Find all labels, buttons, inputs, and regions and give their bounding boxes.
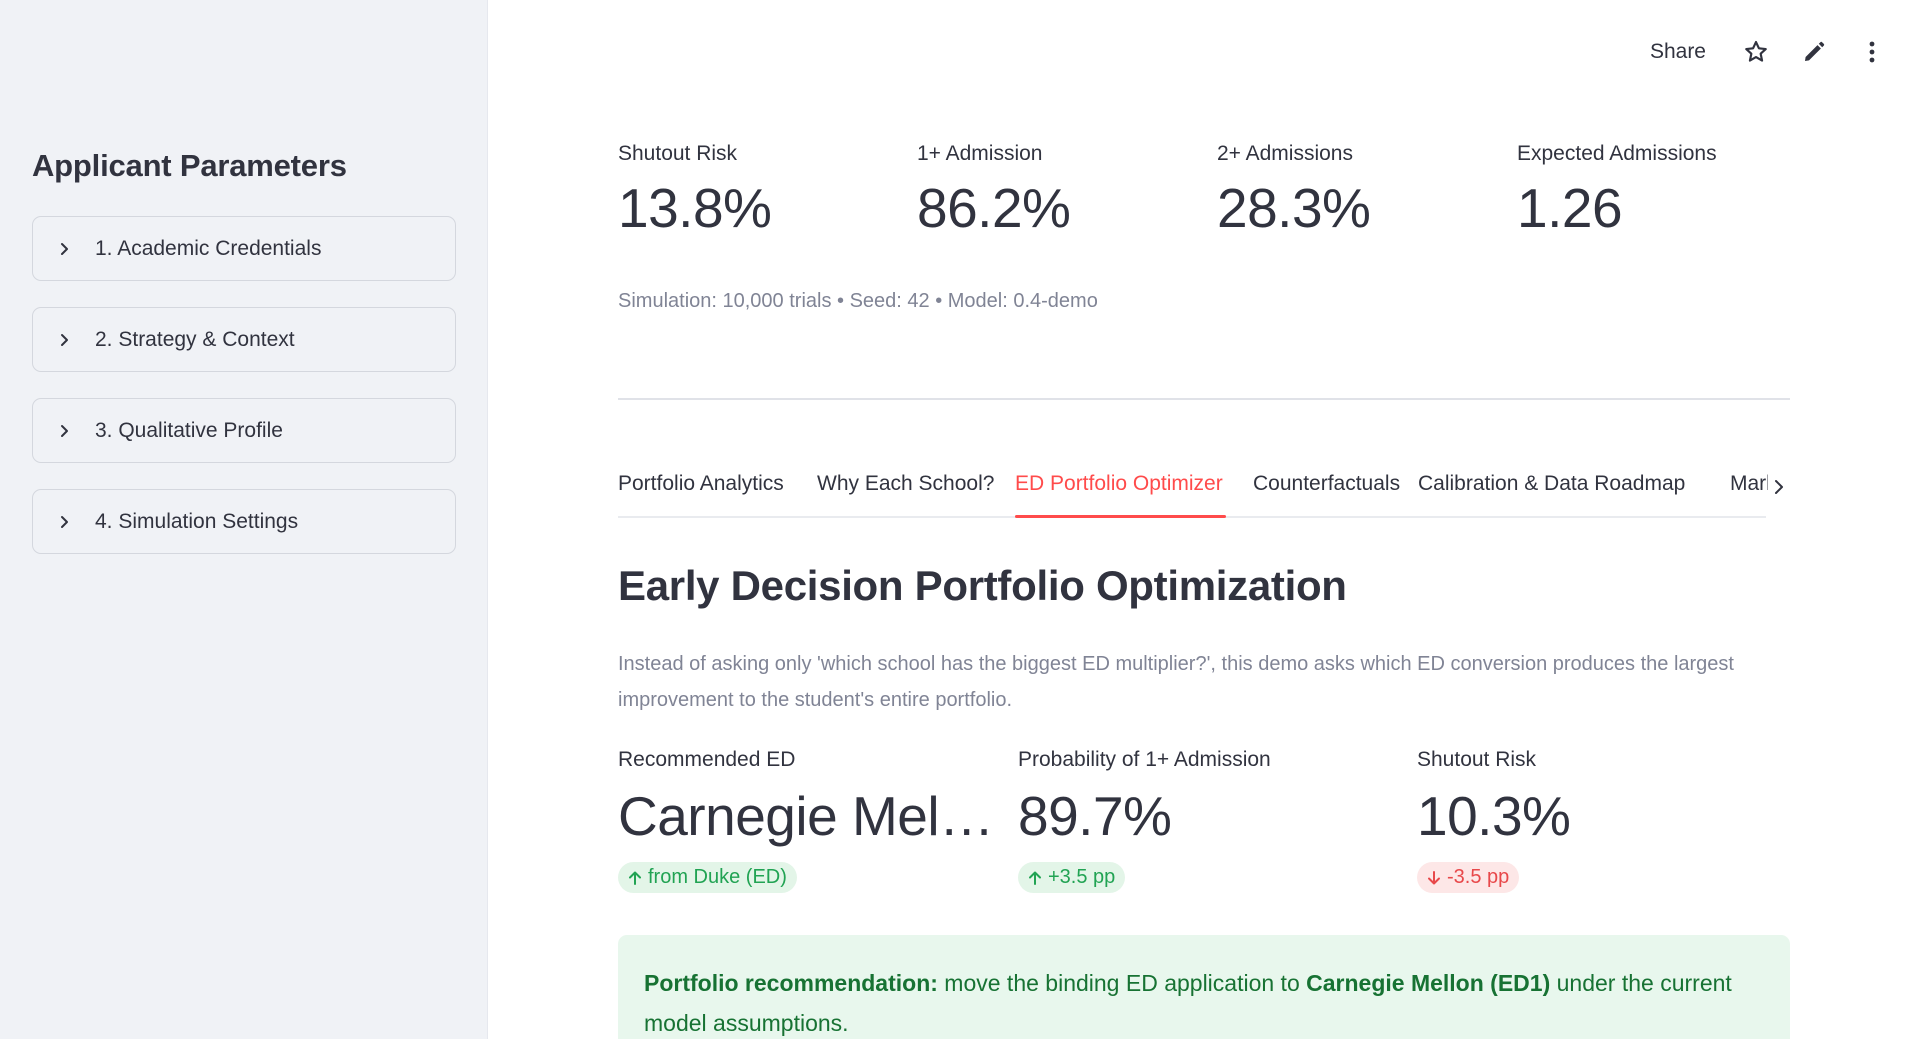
expander-qualitative-profile[interactable]: 3. Qualitative Profile [32, 398, 456, 463]
arrow-down-icon [1428, 870, 1440, 884]
chevron-right-icon[interactable] [1768, 474, 1790, 500]
tab-ed-portfolio-optimizer[interactable]: ED Portfolio Optimizer [1015, 472, 1223, 496]
expander-simulation-settings[interactable]: 4. Simulation Settings [32, 489, 456, 554]
tab-market[interactable]: Market [1730, 472, 1768, 496]
metric-probability-one-plus: Probability of 1+ Admission 89.7% +3.5 p… [1018, 748, 1398, 893]
expander-strategy-context[interactable]: 2. Strategy & Context [32, 307, 456, 372]
metric-label: 2+ Admissions [1217, 142, 1353, 165]
delta-text: -3.5 pp [1447, 866, 1510, 888]
tab-why-each-school[interactable]: Why Each School? [817, 472, 994, 496]
metric-label: 1+ Admission [917, 142, 1043, 165]
section-title: Early Decision Portfolio Optimization [618, 562, 1347, 609]
metric-value: 86.2% [917, 177, 1071, 239]
chevron-right-icon [57, 423, 73, 439]
divider [618, 398, 1790, 400]
sidebar: Applicant Parameters 1. Academic Credent… [0, 0, 488, 1039]
metric-value: 1.26 [1517, 177, 1623, 239]
delta-text: from Duke (ED) [648, 866, 787, 888]
alert-heading: Portfolio recommendation: [644, 970, 938, 996]
expander-label: 2. Strategy & Context [95, 327, 295, 351]
expander-academic-credentials[interactable]: 1. Academic Credentials [32, 216, 456, 281]
metric-label: Expected Admissions [1517, 142, 1717, 165]
metric-delta: from Duke (ED) [618, 862, 797, 893]
tab-counterfactuals[interactable]: Counterfactuals [1253, 472, 1400, 496]
tab-portfolio-analytics[interactable]: Portfolio Analytics [618, 472, 784, 496]
tab-bar: Portfolio Analytics Why Each School? ED … [618, 466, 1790, 518]
portfolio-recommendation-alert: Portfolio recommendation: move the bindi… [618, 935, 1790, 1039]
metric-value: Carnegie Mel… [618, 785, 994, 847]
alert-school: Carnegie Mellon (ED1) [1306, 970, 1551, 996]
metric-delta: -3.5 pp [1417, 862, 1520, 893]
chevron-right-icon [57, 514, 73, 530]
expander-label: 1. Academic Credentials [95, 236, 322, 260]
metric-value: 28.3% [1217, 177, 1371, 239]
metric-two-plus-admissions: 2+ Admissions 28.3% [1217, 142, 1371, 240]
metric-one-plus-admission: 1+ Admission 86.2% [917, 142, 1071, 240]
arrow-up-icon [1029, 871, 1041, 885]
alert-text: move the binding ED application to [937, 970, 1307, 996]
metric-value: 10.3% [1417, 785, 1571, 847]
simulation-caption: Simulation: 10,000 trials • Seed: 42 • M… [618, 290, 1098, 312]
metric-label: Recommended ED [618, 748, 796, 771]
delta-text: +3.5 pp [1048, 866, 1116, 888]
metric-label: Shutout Risk [618, 142, 738, 165]
section-description: Instead of asking only 'which school has… [618, 653, 1734, 711]
arrow-up-icon [629, 871, 641, 885]
active-tab-indicator [1015, 515, 1226, 518]
metric-ed-shutout-risk: Shutout Risk 10.3% -3.5 pp [1417, 748, 1797, 893]
chevron-right-icon [57, 332, 73, 348]
metric-label: Probability of 1+ Admission [1018, 748, 1271, 771]
expander-label: 3. Qualitative Profile [95, 418, 283, 442]
metric-label: Shutout Risk [1417, 748, 1537, 771]
main-content: Shutout Risk 13.8% 1+ Admission 86.2% 2+… [488, 0, 1920, 1039]
metric-value: 13.8% [618, 177, 772, 239]
tab-calibration-data-roadmap[interactable]: Calibration & Data Roadmap [1418, 472, 1685, 496]
metric-recommended-ed: Recommended ED Carnegie Mel… from Duke (… [618, 748, 998, 893]
expander-label: 4. Simulation Settings [95, 509, 299, 533]
metric-expected-admissions: Expected Admissions 1.26 [1517, 142, 1717, 240]
metric-value: 89.7% [1018, 785, 1172, 847]
metric-shutout-risk: Shutout Risk 13.8% [618, 142, 772, 240]
metric-delta: +3.5 pp [1018, 862, 1126, 893]
sidebar-title: Applicant Parameters [32, 148, 347, 183]
chevron-right-icon [57, 241, 73, 257]
